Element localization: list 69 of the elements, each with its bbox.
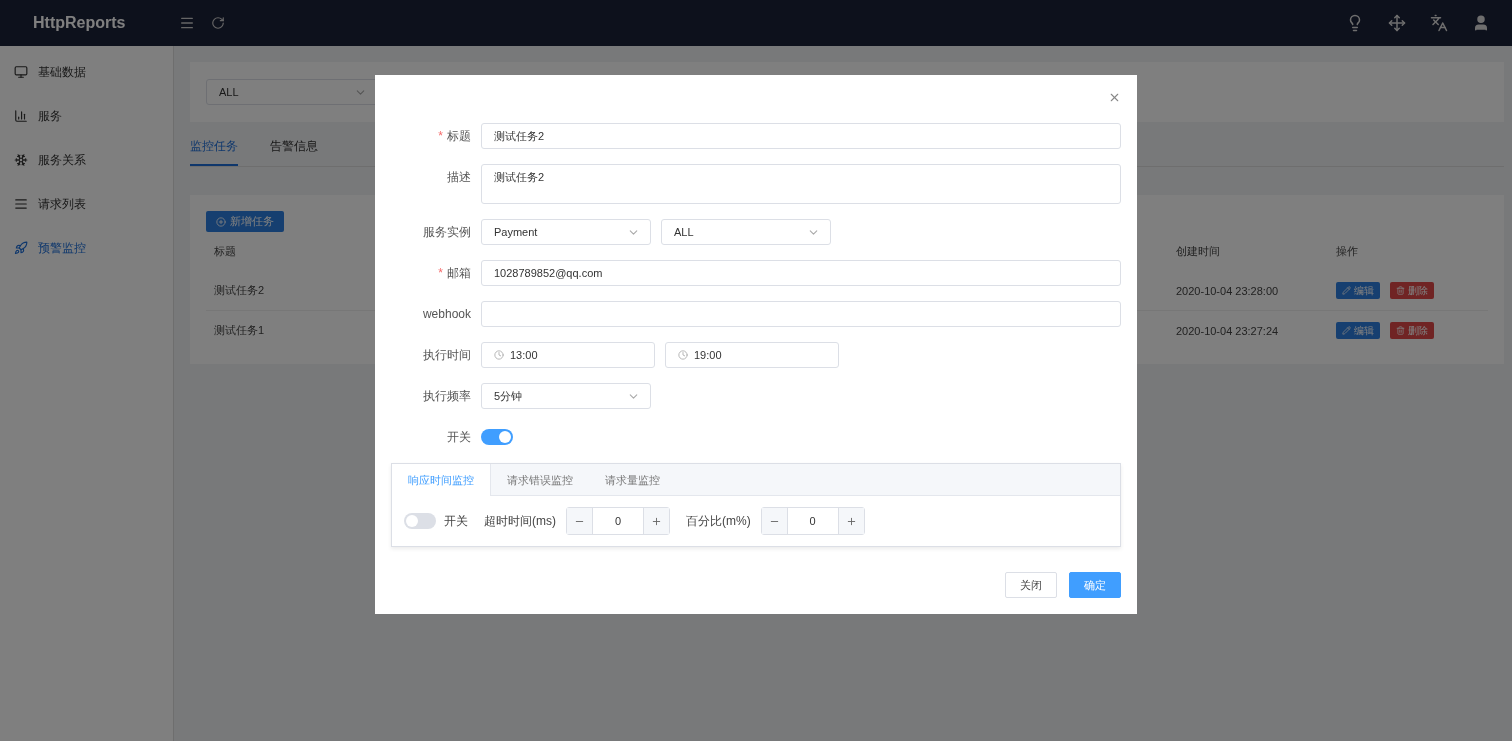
field-label: 执行时间 <box>422 347 471 364</box>
tab[interactable]: 监控任务 <box>190 138 238 166</box>
tab[interactable]: 告警信息 <box>270 138 318 166</box>
menu-icon[interactable] <box>179 15 195 31</box>
snowflake-icon <box>14 153 28 167</box>
plus-icon <box>216 216 226 227</box>
select-field[interactable]: ALL <box>206 79 378 105</box>
number-stepper[interactable]: 0 <box>760 507 865 535</box>
textarea-field[interactable]: 测试任务2 <box>481 164 1121 204</box>
list-icon <box>14 197 28 211</box>
clock-icon <box>494 350 504 360</box>
toggle-switch[interactable] <box>481 429 513 445</box>
table-cell-text: 2020-10-04 23:27:24 <box>1175 323 1280 339</box>
monitor-icon <box>14 65 28 79</box>
confirm-button[interactable]: 确定 <box>1069 572 1121 598</box>
user-icon[interactable] <box>1472 14 1490 32</box>
field-label: 百分比(m%) <box>686 512 751 530</box>
tab[interactable]: 请求量监控 <box>589 464 676 496</box>
close-icon[interactable] <box>1108 91 1121 104</box>
select-field[interactable]: ALL <box>661 219 831 245</box>
edit-button[interactable]: 编辑 <box>1336 282 1380 299</box>
rocket-icon <box>14 241 28 255</box>
tab[interactable]: 请求错误监控 <box>491 464 589 496</box>
table-cell: 2020-10-04 23:28:00 <box>1168 271 1328 311</box>
sidebar-item[interactable]: 预警监控 <box>0 226 173 270</box>
field-label: 执行频率 <box>422 388 471 405</box>
pencil-icon <box>1342 326 1351 335</box>
field-label: 描述 <box>446 169 471 186</box>
plus-icon <box>651 515 662 527</box>
trash-icon <box>1396 286 1405 295</box>
field-label: 服务实例 <box>422 224 471 241</box>
time-field[interactable]: 13:00 <box>481 342 655 368</box>
field-label: 开关 <box>446 429 471 446</box>
add-task-button[interactable]: 新增任务 <box>206 211 284 232</box>
clock-icon <box>678 350 688 360</box>
number-stepper[interactable]: 0 <box>566 507 670 535</box>
time-field[interactable]: 19:00 <box>665 342 839 368</box>
delete-button[interactable]: 删除 <box>1390 322 1434 339</box>
refresh-icon[interactable] <box>211 16 225 30</box>
column-header: 创建时间 <box>1175 244 1221 259</box>
select-field[interactable]: 5分钟 <box>481 383 651 409</box>
input-field[interactable]: 测试任务2 <box>481 123 1121 149</box>
brand-logo: HttpReports <box>33 14 127 32</box>
tab[interactable]: 响应时间监控 <box>392 464 491 496</box>
sidebar-item[interactable]: 请求列表 <box>0 182 173 226</box>
sidebar-item[interactable]: 服务关系 <box>0 138 173 182</box>
close-button[interactable]: 关闭 <box>1005 572 1057 598</box>
column-header: 操作 <box>1335 244 1359 259</box>
chart-icon <box>14 109 28 123</box>
edit-button[interactable]: 编辑 <box>1336 322 1380 339</box>
input-field[interactable]: 1028789852@qq.com <box>481 260 1121 286</box>
input-field[interactable] <box>481 301 1121 327</box>
sidebar-item[interactable]: 基础数据 <box>0 50 173 94</box>
delete-button[interactable]: 删除 <box>1390 282 1434 299</box>
toggle-switch[interactable] <box>404 513 436 529</box>
switch-label: 开关 <box>444 512 468 530</box>
plus-icon <box>845 515 857 527</box>
move-icon[interactable] <box>1388 14 1406 32</box>
field-label: 超时时间(ms) <box>484 512 556 530</box>
field-label: * 标题 <box>437 128 471 145</box>
table-cell-text: 测试任务1 <box>213 323 266 338</box>
field-label: webhook <box>421 306 471 323</box>
sidebar-item[interactable]: 服务 <box>0 94 173 138</box>
column-header: 标题 <box>213 244 237 259</box>
select-field[interactable]: Payment <box>481 219 651 245</box>
pencil-icon <box>1342 286 1351 295</box>
field-label: * 邮箱 <box>437 265 471 282</box>
trash-icon <box>1396 326 1405 335</box>
translate-icon[interactable] <box>1430 14 1448 32</box>
